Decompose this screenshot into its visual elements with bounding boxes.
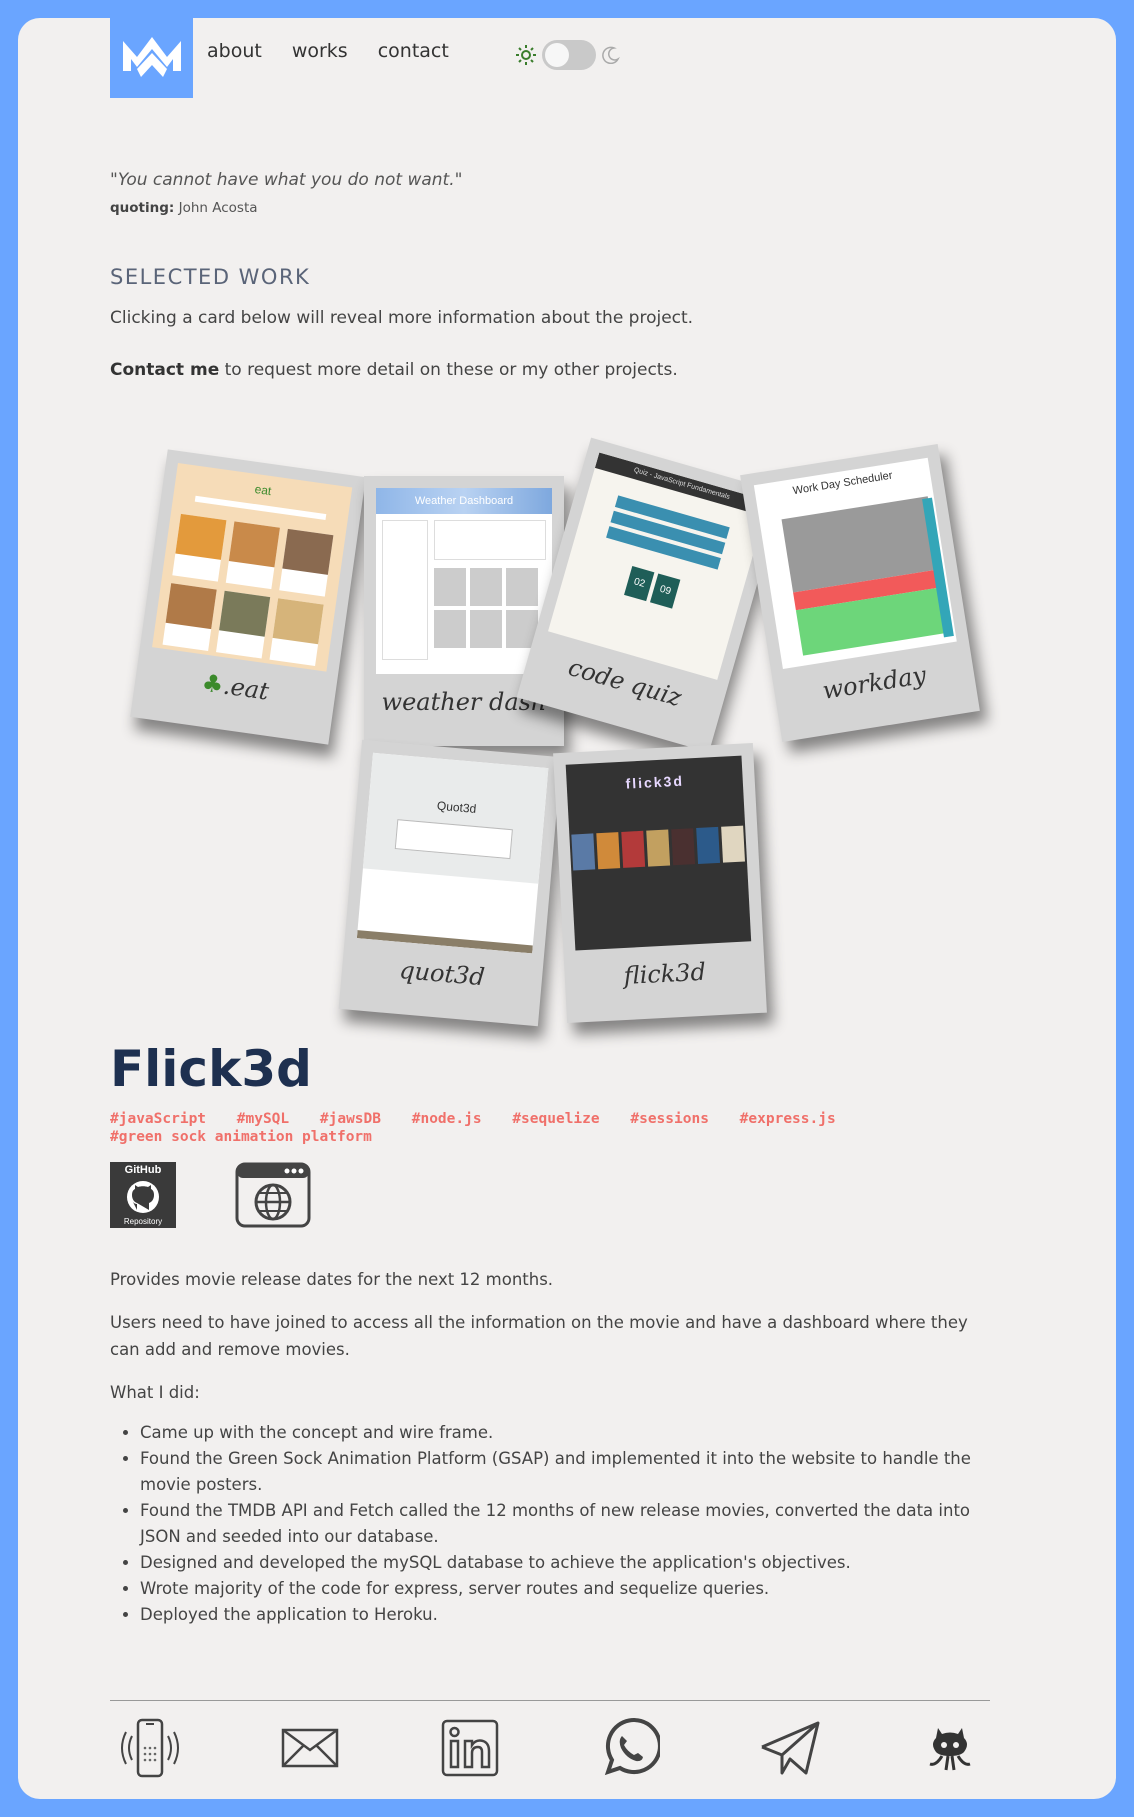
- github-icon: [127, 1180, 159, 1213]
- github-octocat-icon: [929, 1728, 971, 1771]
- tag-list: #javaScript #mySQL #jawsDB #node.js #seq…: [110, 1110, 870, 1146]
- website-link[interactable]: [235, 1162, 311, 1228]
- card-screenshot: flick3d: [565, 755, 752, 951]
- card-caption: quot3d: [398, 955, 486, 992]
- section-title: SELECTED WORK: [110, 265, 311, 289]
- nav-works-link[interactable]: works: [292, 40, 348, 62]
- moon-icon: [602, 46, 620, 64]
- logo[interactable]: [110, 15, 193, 98]
- contribution-list: Came up with the concept and wire frame.…: [140, 1420, 980, 1628]
- list-item: Came up with the concept and wire frame.: [140, 1420, 980, 1446]
- nav-contact-link[interactable]: contact: [378, 40, 449, 62]
- tag: #mySQL: [236, 1111, 290, 1127]
- quote-author: John Acosta: [174, 200, 258, 216]
- screen-title: Quot3d: [436, 798, 477, 816]
- list-item: Deployed the application to Heroku.: [140, 1602, 980, 1628]
- list-item: Designed and developed the mySQL databas…: [140, 1550, 980, 1576]
- contact-me-link[interactable]: Contact me: [110, 360, 219, 380]
- linkedin-icon: [441, 1719, 499, 1777]
- switch-knob: [545, 43, 569, 67]
- whatsapp-link[interactable]: [590, 1715, 670, 1781]
- phone-icon: [121, 1718, 179, 1778]
- telegram-icon: [761, 1721, 820, 1775]
- card-screenshot: eat: [152, 462, 353, 672]
- screen-title: Weather Dashboard: [376, 488, 552, 514]
- whatsapp-icon: [604, 1718, 660, 1776]
- github-label: GitHub: [124, 1164, 162, 1176]
- project-card-weather-dash[interactable]: Weather Dashboard weather dash: [364, 476, 564, 746]
- quote-attribution: quoting: John Acosta: [110, 200, 258, 216]
- contact-note-rest: to request more detail on these or my ot…: [219, 360, 678, 380]
- screen-title: eat: [253, 481, 273, 499]
- contact-note: Contact me to request more detail on the…: [110, 360, 678, 380]
- tag: #node.js: [411, 1111, 482, 1127]
- card-screenshot: Work Day Scheduler: [753, 457, 957, 669]
- footer-contact-icons: [110, 1715, 990, 1781]
- tag: #javaScript: [110, 1111, 207, 1127]
- sun-icon: [516, 45, 536, 65]
- project-description: Users need to have joined to access all …: [110, 1313, 968, 1359]
- mail-icon: [281, 1728, 339, 1768]
- tag: #express.js: [739, 1111, 836, 1127]
- telegram-link[interactable]: [750, 1715, 830, 1781]
- browser-globe-icon: [235, 1162, 311, 1228]
- project-card-flick3d[interactable]: flick3d flick3d: [553, 742, 767, 1024]
- tag: #jawsDB: [319, 1111, 381, 1127]
- project-card-quot3d[interactable]: Quot3d quot3d: [338, 739, 562, 1027]
- what-i-did-heading: What I did:: [110, 1383, 200, 1402]
- project-title: Flick3d: [110, 1040, 312, 1098]
- card-screenshot: Quiz - JavaScript Fundamentals 02 09: [548, 452, 769, 680]
- theme-switch[interactable]: [542, 40, 596, 70]
- intro-text: Clicking a card below will reveal more i…: [110, 308, 694, 328]
- tag: #sequelize: [512, 1111, 600, 1127]
- repository-label: Repository: [123, 1217, 163, 1226]
- quote-label: quoting:: [110, 200, 175, 216]
- project-card-workday[interactable]: Work Day Scheduler workday: [740, 444, 980, 742]
- main-nav: about works contact: [207, 40, 479, 62]
- screen-title: flick3d: [625, 772, 685, 792]
- tag: #sessions: [630, 1111, 709, 1127]
- card-caption: ♣.eat: [200, 668, 271, 706]
- github-profile-link[interactable]: [910, 1715, 990, 1781]
- logo-mw-icon: [122, 36, 181, 77]
- nav-about-link[interactable]: about: [207, 40, 262, 62]
- card-caption: flick3d: [622, 957, 707, 991]
- phone-link[interactable]: [110, 1715, 190, 1781]
- project-summary: Provides movie release dates for the nex…: [110, 1270, 554, 1289]
- linkedin-link[interactable]: [430, 1715, 510, 1781]
- quote-text: "You cannot have what you do not want.": [110, 170, 463, 190]
- card-screenshot: Weather Dashboard: [376, 488, 552, 674]
- list-item: Found the TMDB API and Fetch called the …: [140, 1498, 980, 1550]
- project-card-eat[interactable]: eat ♣.eat: [130, 449, 366, 745]
- card-screenshot: Quot3d: [356, 752, 549, 954]
- email-link[interactable]: [270, 1715, 350, 1781]
- theme-toggle[interactable]: [516, 40, 620, 70]
- list-item: Wrote majority of the code for express, …: [140, 1576, 980, 1602]
- github-repository-link[interactable]: GitHub Repository: [110, 1162, 176, 1228]
- list-item: Found the Green Sock Animation Platform …: [140, 1446, 980, 1498]
- tag: #green sock animation platform: [110, 1129, 372, 1145]
- footer-divider: [110, 1700, 990, 1701]
